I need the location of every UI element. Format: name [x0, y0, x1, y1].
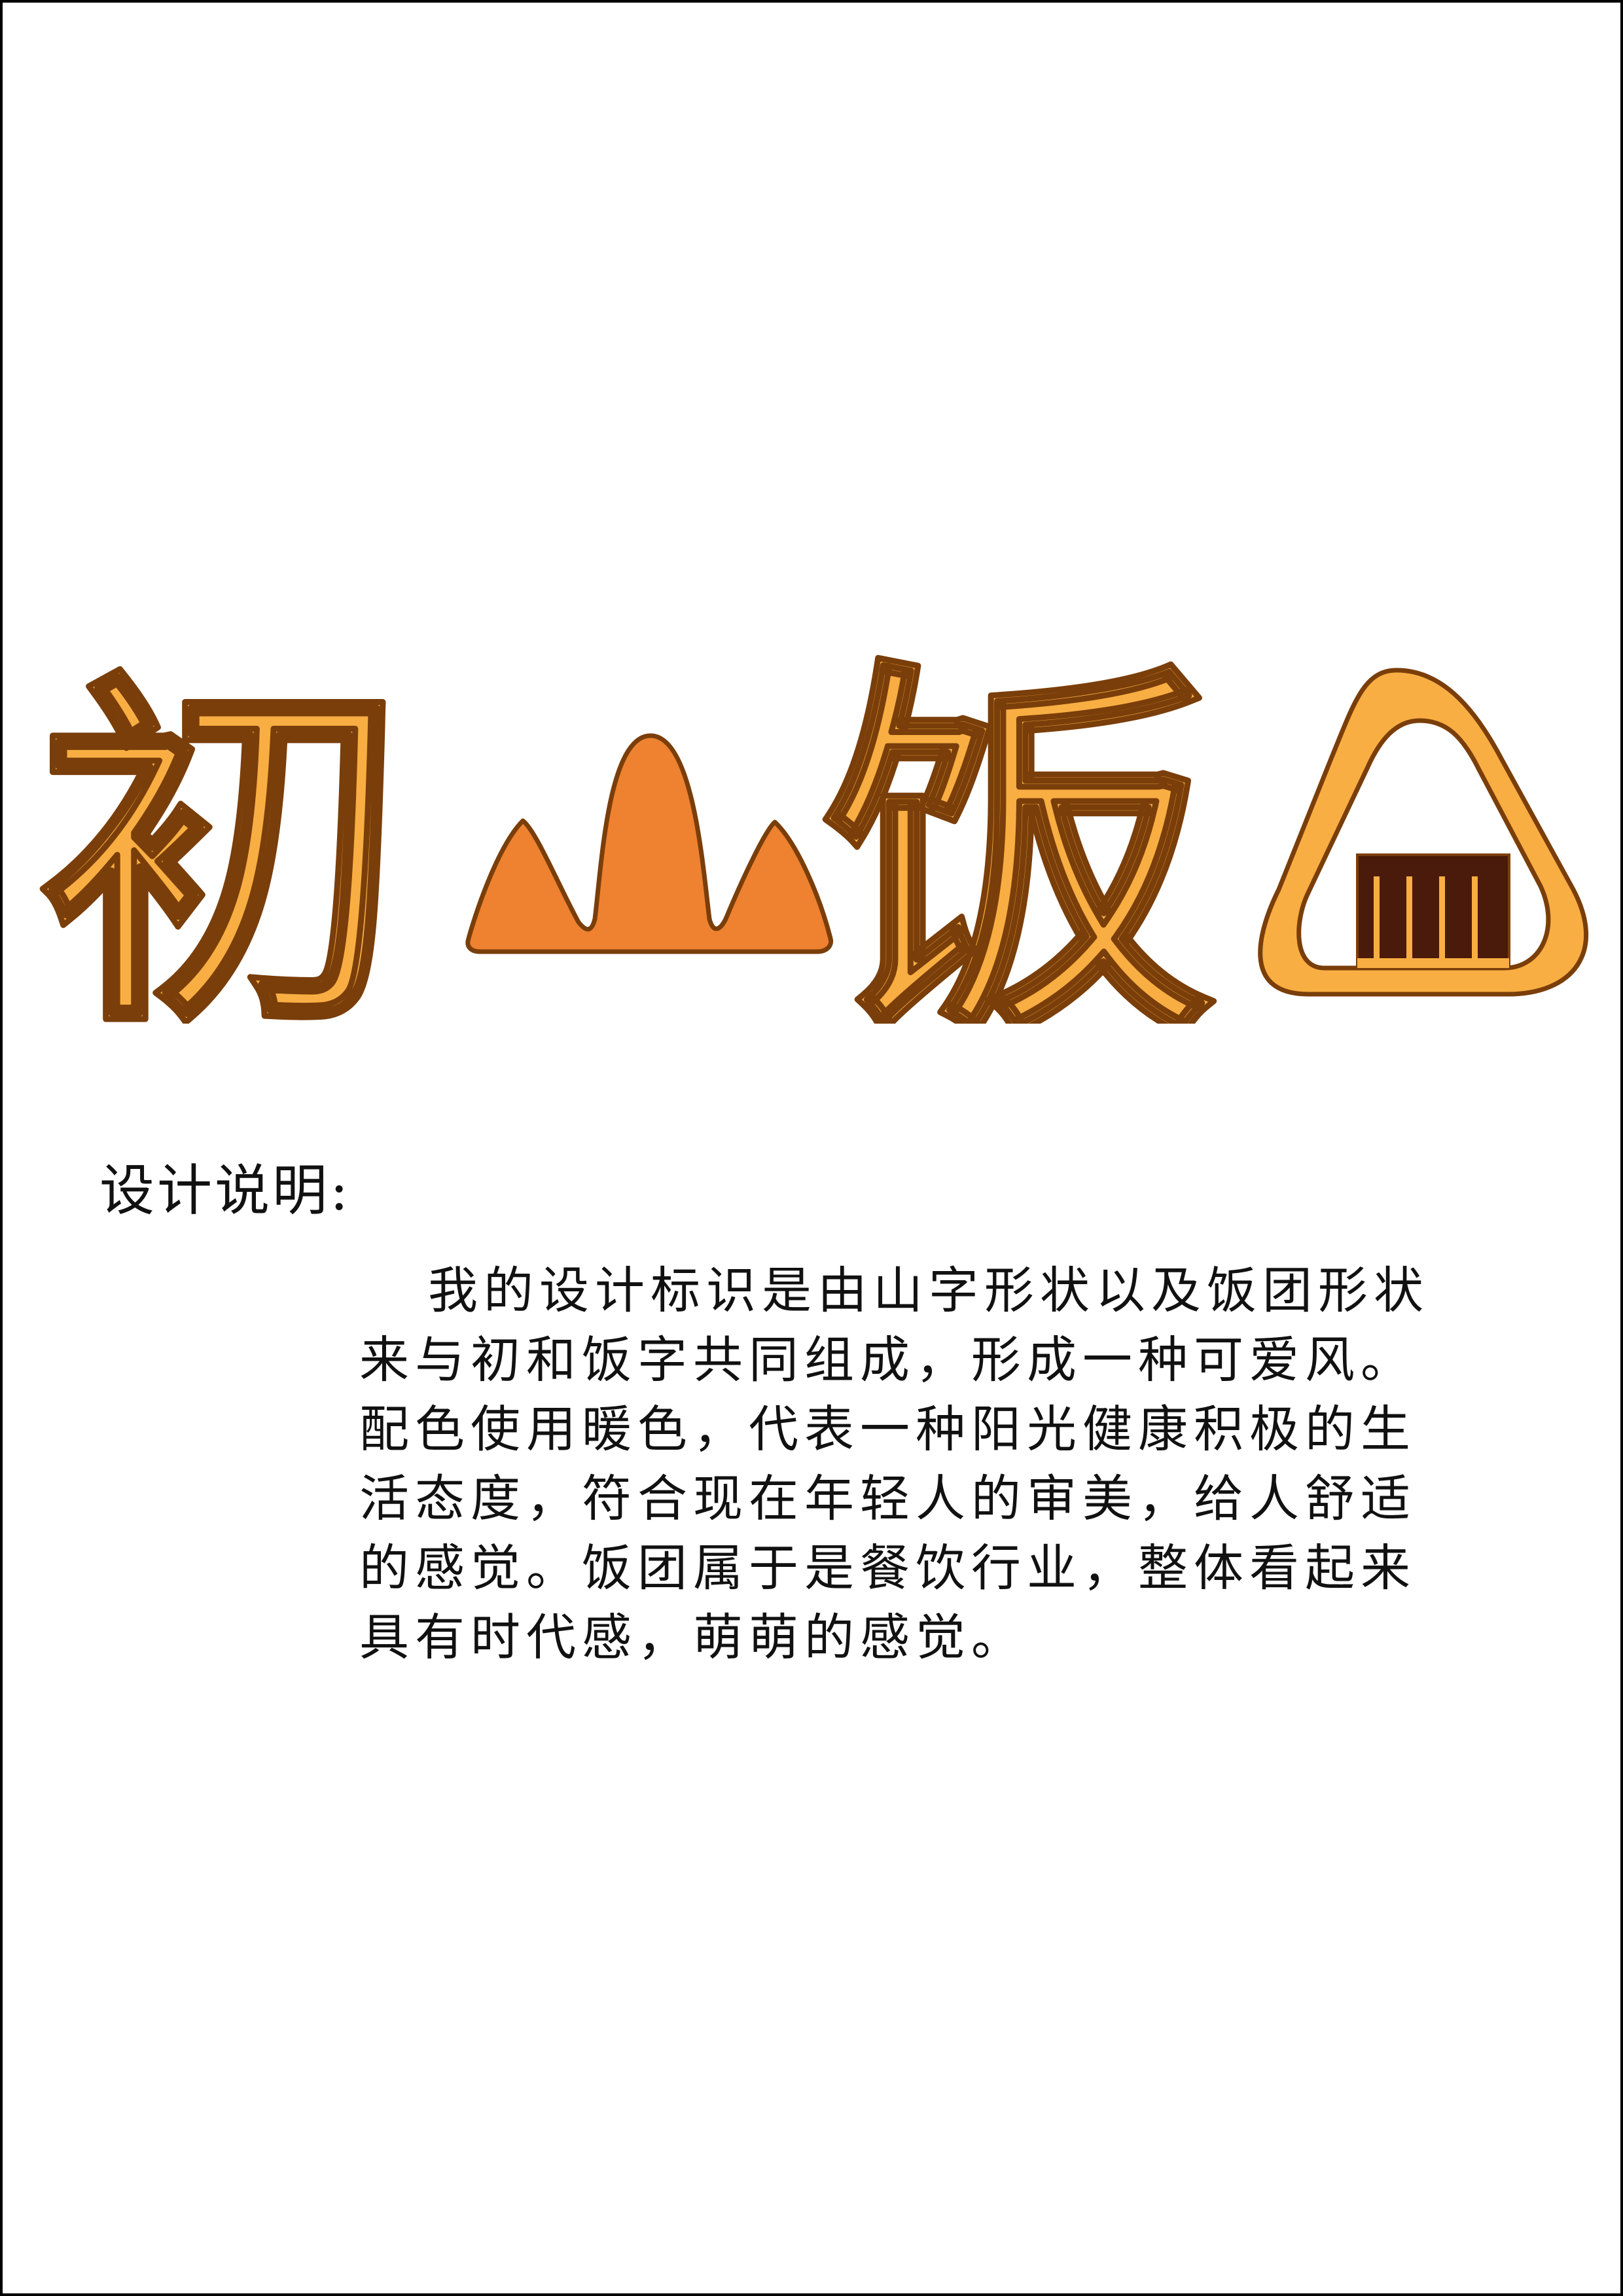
description-line: 的感觉。饭团属于是餐饮行业，整体看起来 — [359, 1539, 1416, 1597]
description-body: 我的设计标识是由山字形状以及饭团形状 来与初和饭字共同组成，形成一种可爱风。 配… — [359, 1256, 1485, 1672]
logo-char-chu: 初 — [39, 645, 405, 1024]
description-title: 设计说明: — [99, 1158, 351, 1223]
description-line: 活态度，符合现在年轻人的审美，给人舒适 — [359, 1469, 1416, 1528]
rice-ball-icon — [1258, 668, 1589, 997]
description-line: 我的设计标识是由山字形状以及饭团形状 — [428, 1261, 1429, 1319]
description-line: 来与初和饭字共同组成，形成一种可爱风。 — [359, 1331, 1416, 1389]
description-line: 具有时代感，萌萌的感觉。 — [359, 1608, 1027, 1666]
mountain-icon — [465, 733, 834, 954]
brand-logo: 初 饭 — [3, 631, 1623, 1024]
description-line: 配色使用暖色，代表一种阳光健康积极的生 — [359, 1400, 1416, 1458]
logo-char-fan: 饭 — [824, 631, 1217, 1024]
logo-graphic: 初 饭 — [36, 631, 1589, 1024]
page-frame: 初 饭 设计说明: 我的设计标识是由山字形状以及饭团形状 来与初和饭字共同组成，… — [0, 0, 1623, 2296]
